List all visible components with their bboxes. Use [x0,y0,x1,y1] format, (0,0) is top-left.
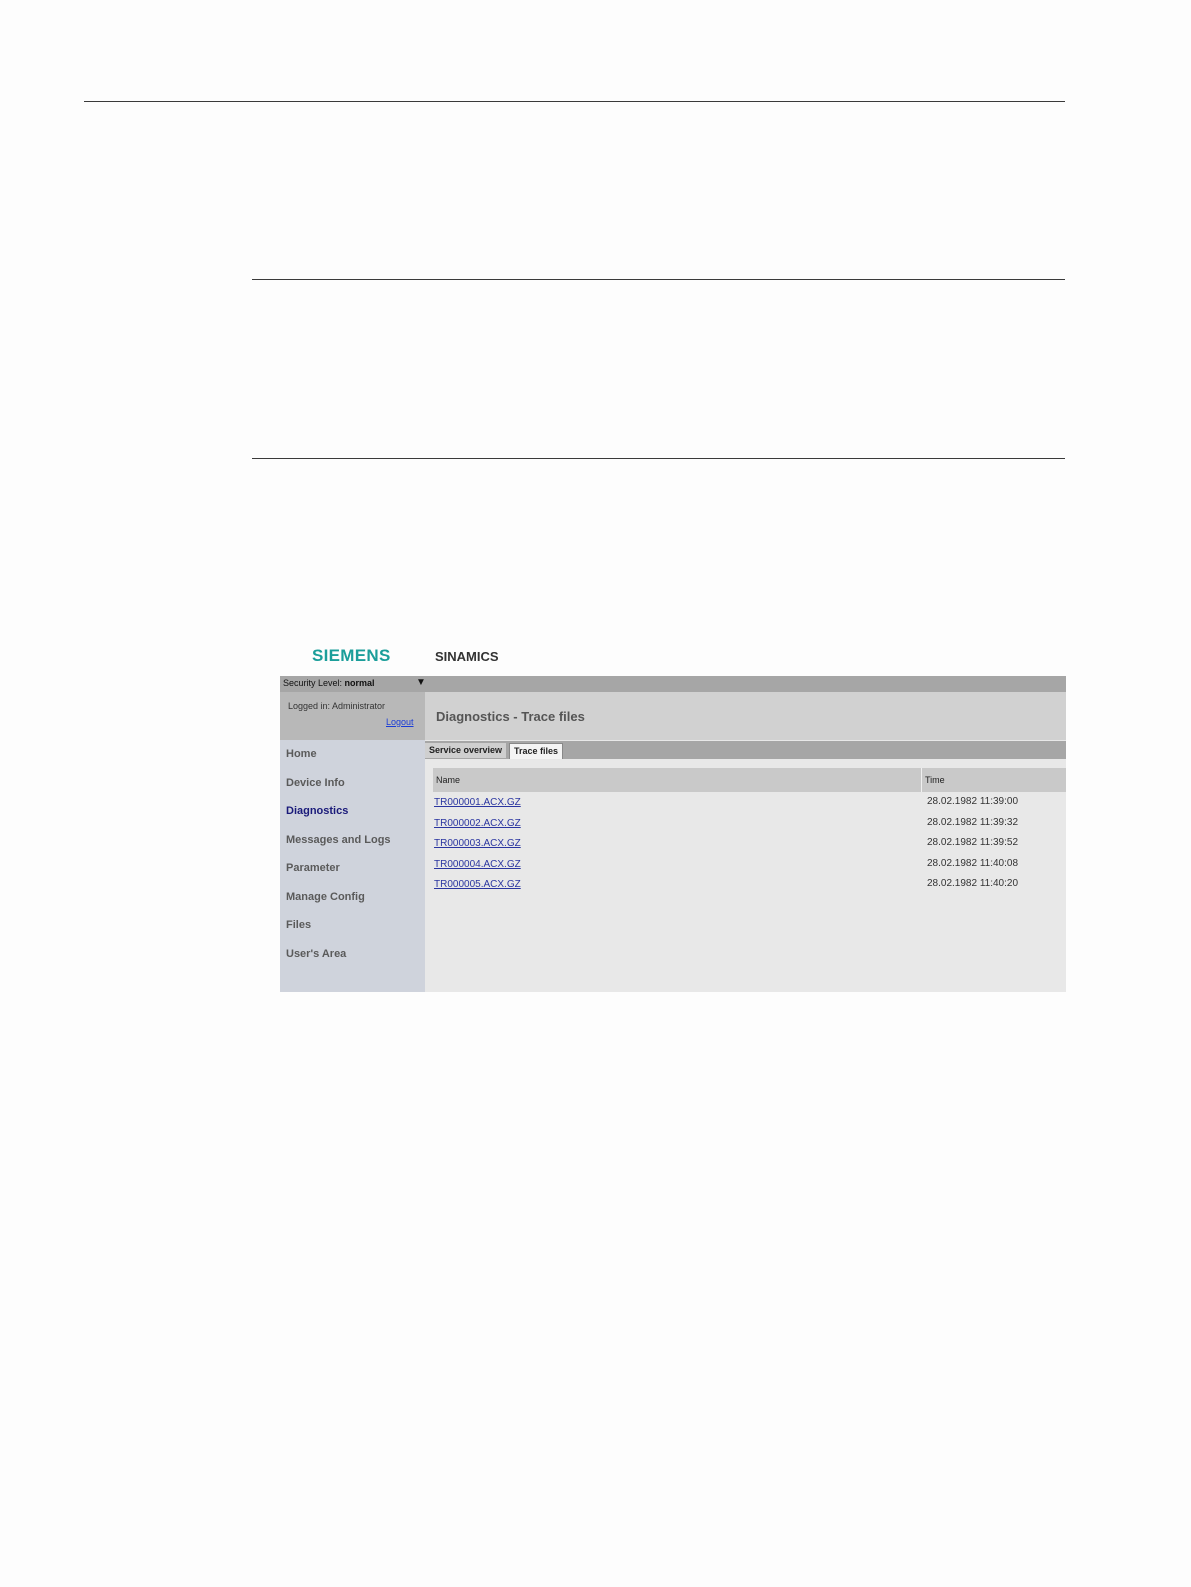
trace-file-link[interactable]: TR000002.ACX.GZ [434,818,521,829]
main-content: Diagnostics - Trace files Service overvi… [425,692,1066,992]
content-header: Diagnostics - Trace files [425,692,1066,740]
column-divider [921,768,922,792]
trace-file-link[interactable]: TR000004.ACX.GZ [434,859,521,870]
sidebar-nav: Home Device Info Diagnostics Messages an… [280,740,425,968]
product-name: SINAMICS [435,649,499,664]
table-header: Name Time [433,768,1066,792]
security-level-bar[interactable]: Security Level: normal ▼ [280,676,1066,692]
trace-file-link[interactable]: TR000005.ACX.GZ [434,879,521,890]
sidebar-item-home[interactable]: Home [280,740,425,769]
sidebar-item-manage-config[interactable]: Manage Config [280,883,425,912]
sinamics-web-server-screenshot: SIEMENS SINAMICS Security Level: normal … [280,640,1066,992]
brand-header: SIEMENS SINAMICS [280,640,1066,676]
trace-file-time: 28.02.1982 11:39:52 [927,837,1019,848]
page-top-rule [84,101,1065,102]
tab-bar: Service overview Trace files [425,741,1066,759]
logout-link[interactable]: Logout [386,717,414,727]
trace-file-link[interactable]: TR000001.ACX.GZ [434,797,521,808]
table-row: TR000002.ACX.GZ 28.02.1982 11:39:32 [433,813,1066,834]
table-row: TR000003.ACX.GZ 28.02.1982 11:39:52 [433,833,1066,854]
column-header-time[interactable]: Time [925,775,945,785]
trace-files-table: Name Time TR000001.ACX.GZ 28.02.1982 11:… [433,768,1066,895]
sidebar: Logged in: Administrator Logout Home Dev… [280,692,425,992]
trace-file-link[interactable]: TR000003.ACX.GZ [434,838,521,849]
sidebar-item-device-info[interactable]: Device Info [280,769,425,798]
tab-service-overview[interactable]: Service overview [425,743,507,758]
column-header-name[interactable]: Name [436,775,460,785]
logged-in-text: Logged in: Administrator [288,701,386,711]
section-rule-upper [252,279,1065,280]
sidebar-item-parameter[interactable]: Parameter [280,854,425,883]
sidebar-item-users-area[interactable]: User's Area [280,940,425,969]
sidebar-item-files[interactable]: Files [280,911,425,940]
login-box: Logged in: Administrator Logout [280,692,425,740]
section-rule-lower [252,458,1065,459]
security-level-value: normal [344,678,375,688]
siemens-logo: SIEMENS [312,646,391,665]
security-level-label: Security Level: normal [283,678,375,688]
triangle-down-icon[interactable]: ▼ [416,677,426,688]
page-title: Diagnostics - Trace files [436,709,585,724]
table-row: TR000005.ACX.GZ 28.02.1982 11:40:20 [433,874,1066,895]
tab-trace-files[interactable]: Trace files [509,743,564,759]
trace-file-time: 28.02.1982 11:40:20 [927,878,1019,889]
trace-file-time: 28.02.1982 11:40:08 [927,857,1019,869]
sidebar-item-diagnostics[interactable]: Diagnostics [280,797,425,826]
trace-file-time: 28.02.1982 11:39:32 [927,816,1019,828]
table-row: TR000001.ACX.GZ 28.02.1982 11:39:00 [433,792,1066,813]
sidebar-item-messages-and-logs[interactable]: Messages and Logs [280,826,425,855]
trace-file-time: 28.02.1982 11:39:00 [927,796,1019,807]
table-row: TR000004.ACX.GZ 28.02.1982 11:40:08 [433,854,1066,875]
